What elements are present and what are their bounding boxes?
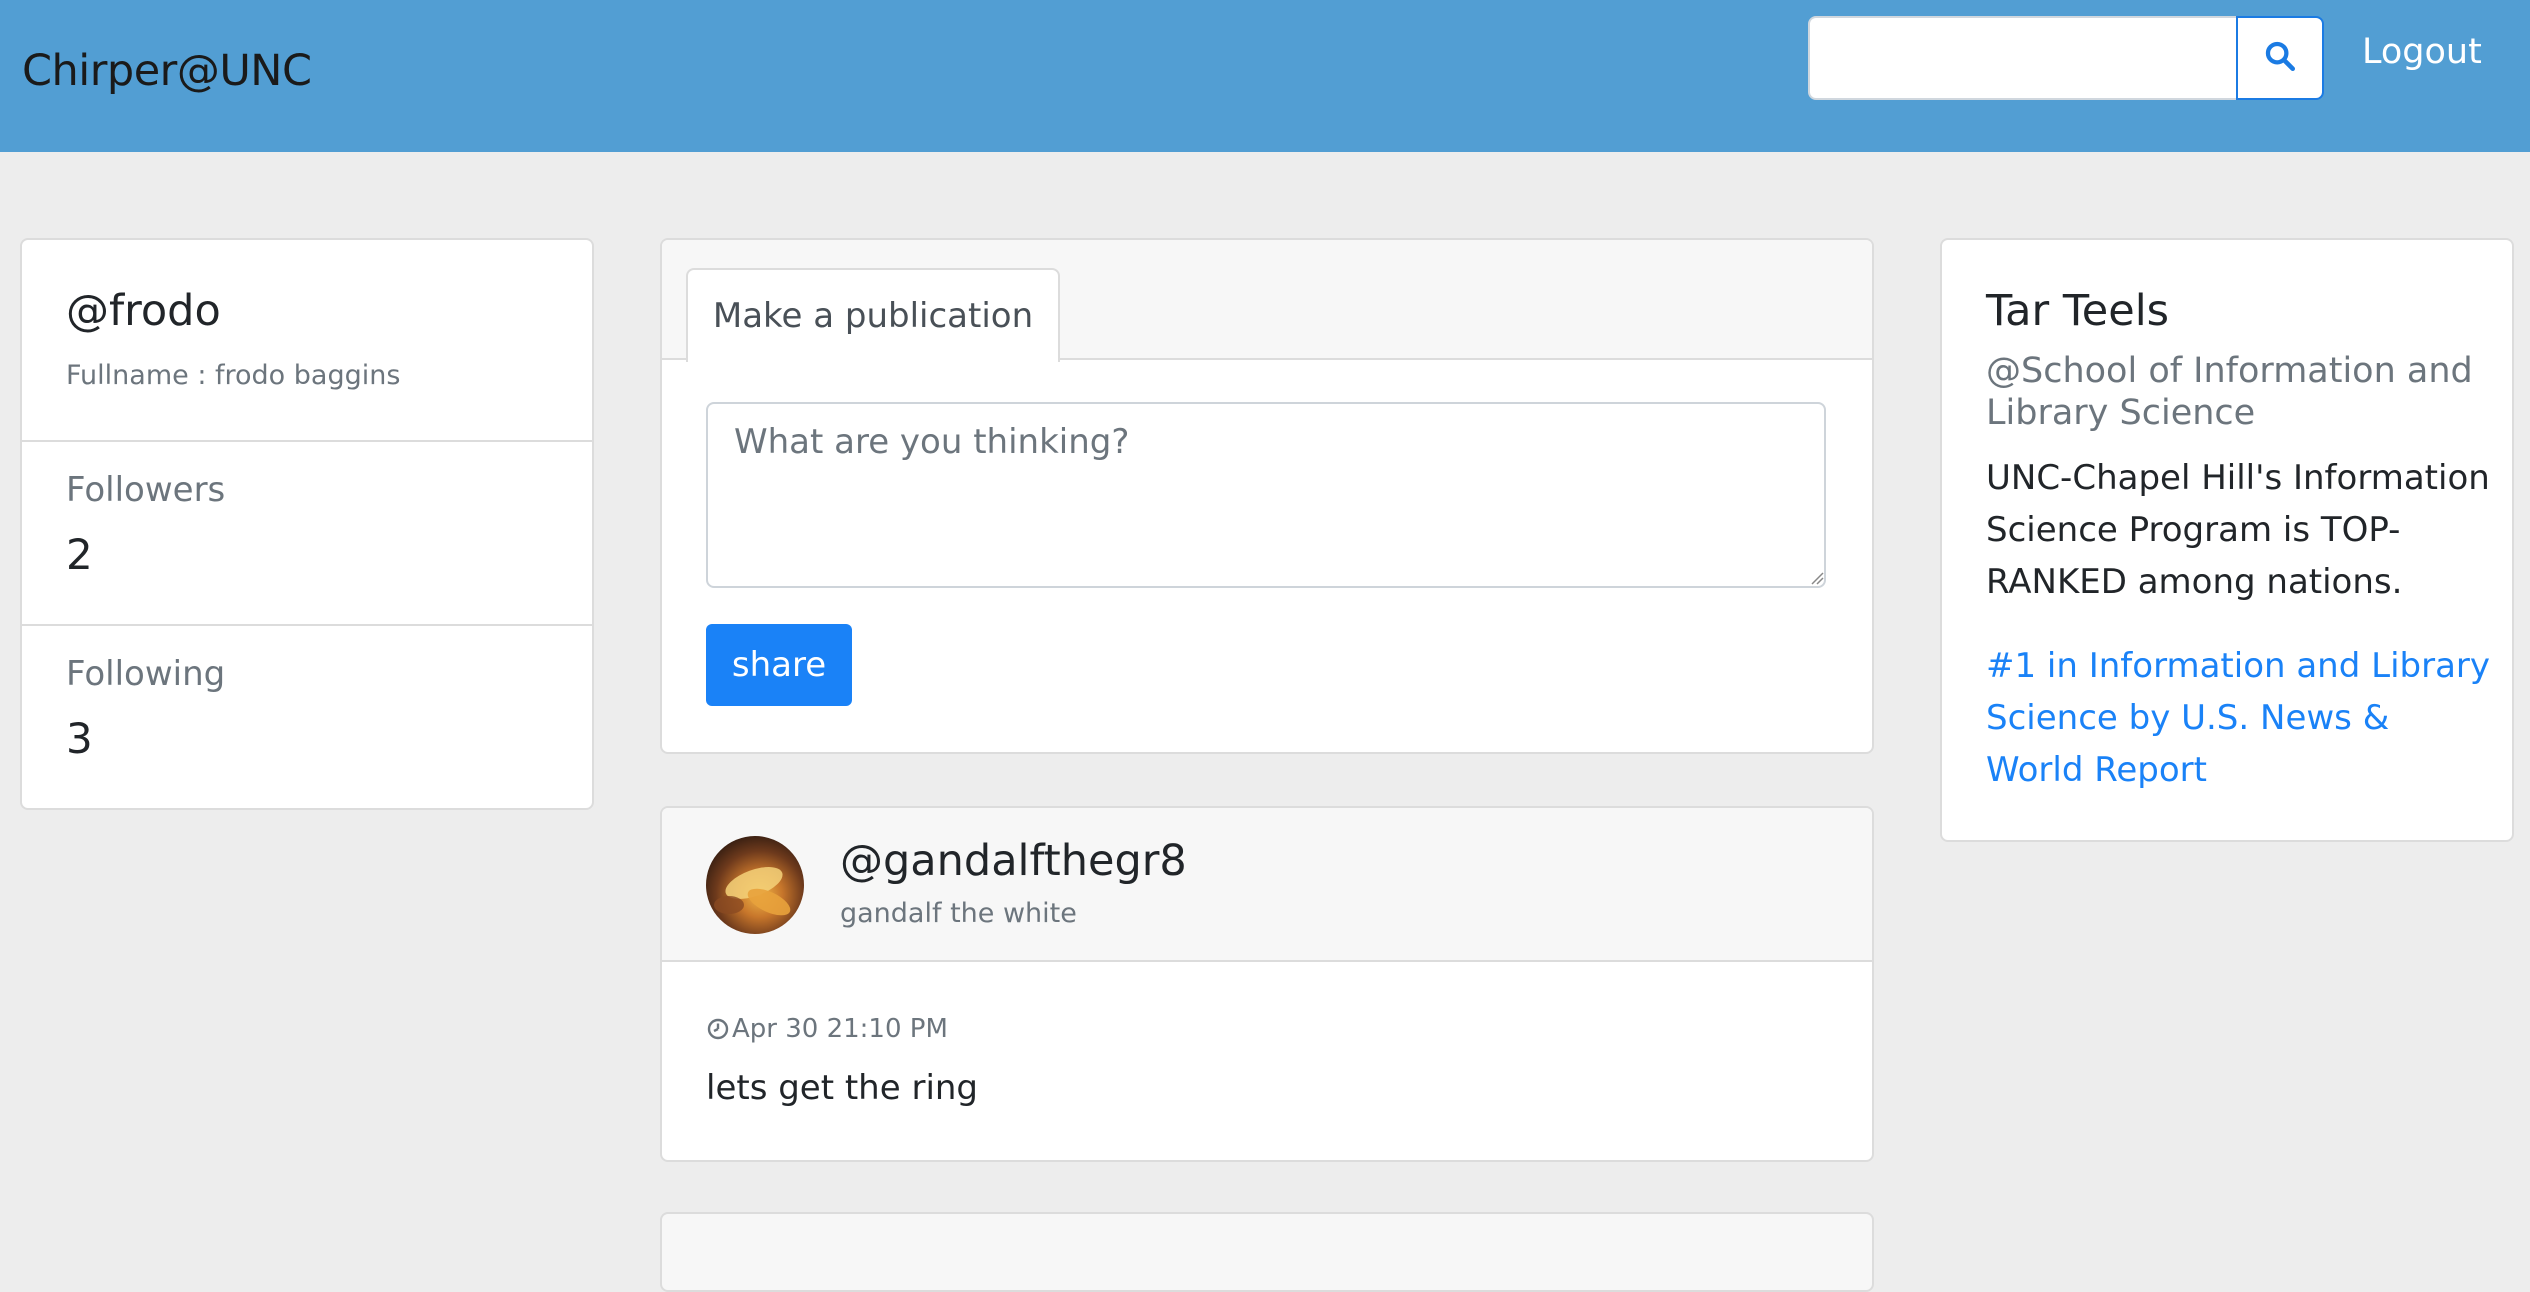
profile-fullname: Fullname : frodo baggins: [66, 360, 401, 391]
tab-make-publication[interactable]: Make a publication: [686, 268, 1060, 362]
search-icon: [2263, 39, 2297, 77]
logout-link[interactable]: Logout: [2362, 32, 2482, 72]
share-button[interactable]: share: [706, 624, 852, 706]
trend-subtitle: @School of Information and Library Scien…: [1986, 351, 2473, 433]
following-label[interactable]: Following: [66, 654, 225, 694]
post-card: @gandalfthegr8 gandalf the white Apr 30 …: [660, 806, 1874, 1162]
post-author-name: gandalf the white: [840, 898, 1077, 929]
post-header: @gandalfthegr8 gandalf the white: [662, 808, 1872, 962]
resize-grip-icon[interactable]: [1810, 570, 1824, 585]
followers-label[interactable]: Followers: [66, 470, 225, 510]
search-button[interactable]: [2236, 16, 2324, 100]
post-text: lets get the ring: [706, 1068, 979, 1108]
post-timestamp-text: Apr 30 21:10 PM: [732, 1014, 948, 1044]
trend-link[interactable]: #1 in Information and Library Science by…: [1986, 640, 2496, 796]
post-timestamp: Apr 30 21:10 PM: [706, 1014, 948, 1044]
compose-card: Make a publication share: [660, 238, 1874, 754]
following-count[interactable]: 3: [66, 714, 93, 763]
profile-handle: @frodo: [66, 286, 221, 336]
navbar: Chirper@UNC Logout: [0, 0, 2530, 152]
compose-tabbar: Make a publication: [662, 240, 1872, 362]
clock-icon: [706, 1017, 730, 1041]
post-author-handle[interactable]: @gandalfthegr8: [840, 836, 1187, 886]
search-input[interactable]: [1808, 16, 2238, 100]
followers-count[interactable]: 2: [66, 530, 93, 579]
divider: [22, 624, 592, 626]
trend-description: UNC-Chapel Hill's Information Science Pr…: [1986, 458, 2490, 602]
trend-title: Tar Teels: [1986, 286, 2170, 336]
brand-logo[interactable]: Chirper@UNC: [22, 46, 312, 96]
profile-card: @frodo Fullname : frodo baggins Follower…: [20, 238, 594, 810]
divider: [22, 440, 592, 442]
avatar[interactable]: [706, 836, 804, 934]
publication-textarea[interactable]: [706, 402, 1826, 588]
trend-card: Tar Teels @School of Information and Lib…: [1940, 238, 2514, 842]
post-card-partial: [660, 1212, 1874, 1292]
